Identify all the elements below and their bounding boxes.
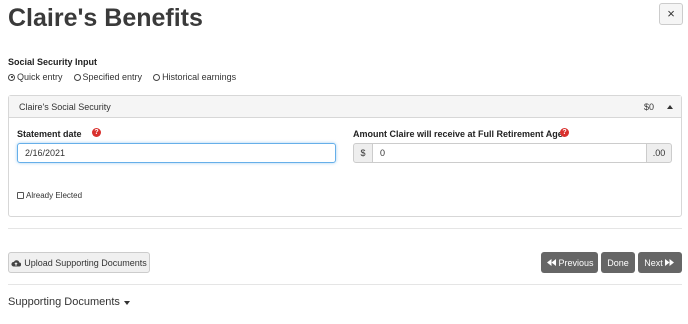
backward-icon [547,259,557,266]
already-elected-checkbox-row[interactable]: Already Elected [17,191,82,200]
statement-date-help-icon[interactable]: ? [92,128,101,137]
radio-button[interactable] [8,73,15,81]
statement-date-input[interactable]: 2/16/2021 [17,143,336,163]
statement-date-label: Statement date [17,129,82,139]
upload-supporting-documents-button[interactable]: Upload Supporting Documents [8,252,150,273]
supporting-documents-toggle[interactable]: Supporting Documents [8,296,130,308]
panel-amount: $0 [644,102,655,112]
cloud-upload-icon [11,259,22,267]
previous-label: Previous [558,257,594,268]
radio-quick-entry[interactable]: Quick entry [8,72,63,82]
chevron-down-icon [123,300,130,305]
collapse-caret-icon[interactable] [667,105,673,109]
already-elected-label: Already Elected [26,191,83,200]
divider [8,284,682,285]
done-button[interactable]: Done [601,252,635,273]
fra-amount-input[interactable]: 0 [373,143,646,163]
social-security-input-label: Social Security Input [8,57,98,67]
social-security-input-options: Quick entry Specified entry Historical e… [8,72,247,82]
cents-suffix: .00 [646,143,672,163]
fra-amount-help-icon[interactable]: ? [560,128,569,137]
upload-button-label: Upload Supporting Documents [24,257,147,268]
done-label: Done [607,257,629,268]
fra-amount-label: Amount Claire will receive at Full Retir… [353,129,563,139]
radio-historical-earnings[interactable]: Historical earnings [153,72,236,82]
next-button[interactable]: Next [638,252,682,273]
already-elected-checkbox[interactable] [17,192,24,199]
divider [8,228,682,229]
radio-label: Specified entry [82,72,143,82]
radio-button[interactable] [153,73,161,81]
radio-label: Quick entry [17,72,63,82]
previous-button[interactable]: Previous [541,252,598,273]
panel-title: Claire's Social Security [19,102,111,112]
page-title: Claire's Benefits [8,4,203,32]
close-icon: × [667,6,675,21]
forward-icon [664,259,674,266]
panel-header[interactable]: Claire's Social Security $0 [9,96,681,118]
radio-specified-entry[interactable]: Specified entry [73,72,143,82]
radio-label: Historical earnings [162,72,237,82]
radio-button[interactable] [73,73,81,81]
next-label: Next [644,257,663,268]
close-button[interactable]: × [659,3,683,25]
currency-prefix: $ [353,143,373,163]
supporting-documents-label: Supporting Documents [8,296,120,308]
